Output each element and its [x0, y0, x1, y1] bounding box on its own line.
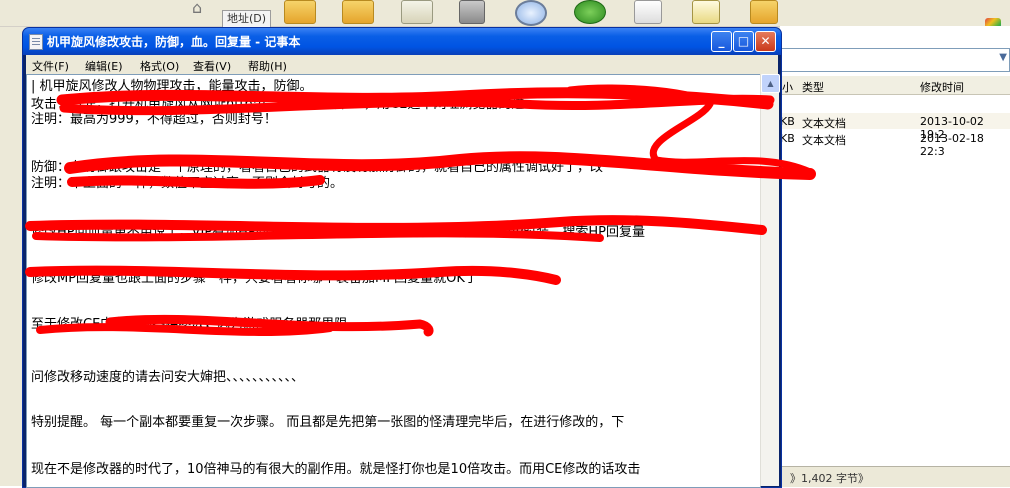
scribble-stroke — [25, 215, 767, 235]
scribble-stroke — [59, 94, 775, 116]
red-scribble-overlay — [25, 84, 816, 337]
scribble-stroke — [36, 323, 334, 336]
scribble-stroke — [32, 229, 604, 242]
scribble-stroke — [67, 175, 325, 189]
scribble-stroke — [25, 265, 561, 285]
